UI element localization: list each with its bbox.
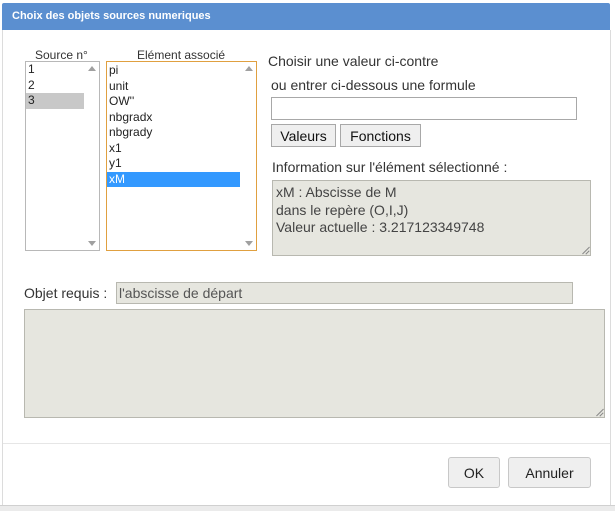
source-item-2[interactable]: 2 xyxy=(26,78,84,94)
resize-grip-icon[interactable] xyxy=(581,246,589,254)
source-list-header: Source n° xyxy=(35,48,88,62)
resize-grip-icon[interactable] xyxy=(595,408,603,416)
element-item-xm[interactable]: xM xyxy=(107,171,240,187)
info-line-2: dans le repère (O,I,J) xyxy=(276,201,409,218)
info-textarea[interactable]: xM : Abscisse de M dans le repère (O,I,J… xyxy=(272,180,591,256)
element-item-x1[interactable]: x1 xyxy=(107,141,240,157)
cancel-button[interactable]: Annuler xyxy=(508,457,591,488)
choose-value-label: Choisir une valeur ci-contre xyxy=(268,53,439,69)
source-listbox[interactable]: 1 2 3 xyxy=(25,61,100,251)
element-item-y1[interactable]: y1 xyxy=(107,156,240,172)
dialog-title: Choix des objets sources numeriques xyxy=(2,3,610,30)
scroll-down-icon[interactable] xyxy=(88,241,96,246)
valeurs-button[interactable]: Valeurs xyxy=(271,124,336,147)
element-list-header: Elément associé xyxy=(137,48,226,62)
required-object-label: Objet requis : xyxy=(24,285,108,301)
formula-input[interactable] xyxy=(271,97,577,120)
fonctions-button[interactable]: Fonctions xyxy=(340,124,421,147)
source-scrollbar[interactable] xyxy=(84,62,99,250)
scroll-up-icon[interactable] xyxy=(245,66,253,71)
element-item-nbgrady[interactable]: nbgrady xyxy=(107,125,240,141)
info-line-3: Valeur actuelle : 3.217123349748 xyxy=(276,219,485,235)
footer-divider xyxy=(3,443,610,444)
source-item-1[interactable]: 1 xyxy=(26,62,84,78)
element-item-ow[interactable]: OW'' xyxy=(107,94,240,110)
scroll-down-icon[interactable] xyxy=(245,241,253,246)
scroll-up-icon[interactable] xyxy=(88,66,96,71)
formula-result-area[interactable] xyxy=(24,309,605,418)
element-item-nbgradx[interactable]: nbgradx xyxy=(107,110,240,126)
element-listbox[interactable]: pi unit OW'' nbgradx nbgrady x1 y1 xM xyxy=(106,61,257,251)
source-item-3[interactable]: 3 xyxy=(26,93,84,109)
info-label: Information sur l'élément sélectionné : xyxy=(272,159,508,175)
info-line-1: xM : Abscisse de M xyxy=(276,184,397,200)
element-item-pi[interactable]: pi xyxy=(107,63,240,79)
element-item-unit[interactable]: unit xyxy=(107,79,240,95)
element-scrollbar[interactable] xyxy=(241,62,256,250)
formula-label: ou entrer ci-dessous une formule xyxy=(271,77,476,93)
ok-button[interactable]: OK xyxy=(448,457,500,488)
background-strip xyxy=(0,505,615,511)
required-object-field: l'abscisse de départ xyxy=(116,282,573,304)
